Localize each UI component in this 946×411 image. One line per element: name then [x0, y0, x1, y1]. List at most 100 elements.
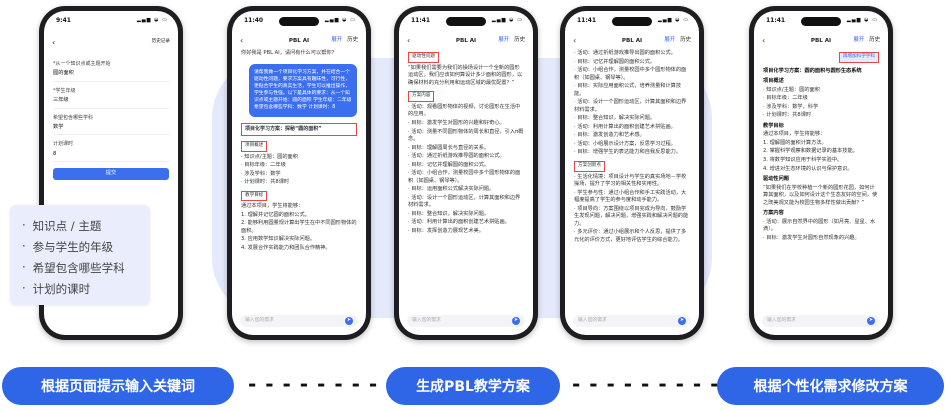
list-item: · 目标：实际应用面积公式，培养测量和计算技能。 — [574, 83, 682, 97]
list-item: · 目标年级：二年级 — [763, 95, 808, 102]
status-bar: 11:41 ▂▄▆ ◒ ▭ — [577, 17, 689, 26]
list-item: · 目标：发挥创造力展现艺术美。 — [408, 227, 484, 234]
section-overview: 项目概述 — [241, 140, 268, 152]
field-value[interactable]: 8 — [53, 149, 169, 163]
list-item: 1. 理解并记忆圆的面积公式。 — [241, 211, 310, 218]
list-item: · 活动：展示自然界中的圆形（如月亮、星星、水滴）。 — [763, 218, 876, 233]
list-item: · 生活化情境：项目设计与学生的真实场地－学校操场，提升了学习的相关性和实用性。 — [574, 173, 687, 188]
send-icon[interactable]: ➤ — [678, 317, 686, 325]
send-icon[interactable]: ➤ — [512, 317, 520, 325]
message-input[interactable]: 输入您的需求 ➤ — [573, 315, 691, 327]
field-label: 计划课时 — [53, 141, 74, 148]
list-item: · 活动：利用计算出的面积创建艺术拼贴画。 — [408, 219, 510, 226]
list-item: · 涉及学科：数学 — [241, 170, 281, 177]
signal-icons: ▂▄▆ ◒ ▭ — [657, 17, 689, 23]
list-item: · 目标：理解圆周长与直径的关系。 — [408, 144, 490, 151]
status-time: 9:41 — [56, 17, 71, 24]
phone-screen: 11:41 ▂▄▆ ◒ ▭ ‹ PBL AI 展开 历史 再增加科学学科 项目化学习… — [754, 11, 888, 335]
keyword-card: · 知识点 / 主题 · 参与学生的年级 · 希望包含哪些学科 · 计划的课时 — [10, 205, 150, 305]
phone-screen: 11:40 ▂▄▆ ◒ ▭ ‹ PBL AI 展开 历史 你好我是 PBL AI，请… — [232, 11, 366, 335]
phone-chat-plan: 11:40 ▂▄▆ ◒ ▭ ‹ PBL AI 展开 历史 你好我是 PBL AI，请… — [227, 6, 371, 340]
expand-link[interactable]: 展开 — [498, 37, 509, 45]
field-topic[interactable]: *从一个知识点或主题开始 圆的面积 — [53, 61, 169, 82]
list-item: · 活动：小组展示设计方案，反思学习过程。 — [574, 140, 676, 147]
status-bar: 9:41 ▂▄▆ ◒ ▭ — [56, 17, 168, 26]
chat-content: · 活动：通过折纸游戏推导出圆的面积公式。 · 目标：记忆并理解圆的面积公式。 … — [574, 49, 690, 313]
history-link[interactable]: 历史 — [347, 37, 358, 45]
list-item: · 活动：通过折纸游戏推导圆的面积公式。 — [408, 153, 505, 160]
phone-chat-modified: 11:41 ▂▄▆ ◒ ▭ ‹ PBL AI 展开 历史 再增加科学学科 项目化学习… — [749, 6, 893, 340]
nav-title: PBL AI — [810, 37, 832, 44]
field-grade[interactable]: *学生年级 三年级 — [53, 88, 169, 109]
signal-icons: ▂▄▆ ◒ ▭ — [491, 17, 523, 23]
driving-question: “如果我们需要为我们的操场设计一个全新的圆形运动区，我们应该如何算设计多少面积的… — [408, 64, 523, 86]
history-link[interactable]: 历史 — [869, 37, 880, 45]
list-item: · 活动：利用计算出的面积创建艺术拼贴画。 — [574, 123, 676, 130]
send-icon[interactable]: ➤ — [345, 317, 353, 325]
expand-link[interactable]: 展开 — [853, 37, 864, 45]
keyword-item: · 知识点 / 主题 — [22, 218, 102, 233]
list-item: · 知识点/主题：圆的面积 — [763, 86, 820, 93]
list-item: · 计划课时：共8课时 — [763, 112, 812, 119]
driving-question: “如果我们在学校种植一个新的圆形花园，如何计算其面积，以及如何设计这个生态友好的… — [763, 184, 878, 206]
list-item: 3. 将数学知识应用于科学实验中。 — [763, 156, 843, 163]
status-time: 11:41 — [411, 17, 431, 24]
list-item: · 目标：整合知识，解决实际问题。 — [574, 115, 656, 122]
list-item: · 涉及学科：数学，科学 — [763, 103, 819, 110]
chat-content: 你好我是 PBL AI，请问有什么可以帮你？ 请帮我做一个项目化学习方案，并在结… — [241, 49, 357, 313]
plan-title: 项目化学习方案：圆的面积与圆形生态系统 — [763, 67, 862, 74]
list-item: 1. 理解圆的面积计算方法。 — [763, 139, 827, 146]
list-item: · 目标年级：二年级 — [241, 162, 286, 169]
message-input[interactable]: 输入您的需求 ➤ — [762, 315, 880, 327]
list-item: · 学生参与性：通过小组合作和手工实践活动，大幅度提高了学生的参与度和动手能力。 — [574, 189, 687, 204]
expand-link[interactable]: 展开 — [331, 37, 342, 45]
field-value[interactable]: 数学 — [53, 122, 169, 136]
back-icon[interactable]: ‹ — [762, 35, 765, 47]
phone-chat-content: 11:41 ▂▄▆ ◒ ▭ ‹ PBL AI 展开 历史 驱动性问题 “如果我们需要… — [394, 6, 538, 340]
list-item: · 目标：运用面积公式解决实际问题。 — [408, 186, 495, 193]
section-driving-question: 驱动性问题 — [763, 176, 789, 183]
submit-button[interactable]: 提交 — [53, 168, 169, 181]
field-value[interactable]: 三年级 — [53, 95, 169, 109]
back-icon[interactable]: ‹ — [573, 35, 576, 47]
back-icon[interactable]: ‹ — [240, 35, 243, 47]
list-item: · 目标：激发学生对圆形自然现象的兴趣。 — [763, 234, 860, 241]
phone-screen: 11:41 ▂▄▆ ◒ ▭ ‹ PBL AI 展开 历史 · 活动：通过折纸游戏推导… — [565, 11, 699, 335]
list-item: · 知识点/主题：圆的面积 — [241, 153, 298, 160]
signal-icons: ▂▄▆ ◒ ▭ — [136, 17, 168, 23]
history-link[interactable]: 历史 — [514, 37, 525, 45]
expand-link[interactable]: 展开 — [664, 37, 675, 45]
status-bar: 11:41 ▂▄▆ ◒ ▭ — [766, 17, 878, 26]
back-icon[interactable]: ‹ — [52, 37, 55, 49]
field-subjects[interactable]: 希望包含哪些学科 数学 — [53, 115, 169, 136]
status-time: 11:41 — [577, 17, 597, 24]
nav-title: PBL AI — [621, 37, 643, 44]
chat-content: 驱动性问题 “如果我们需要为我们的操场设计一个全新的圆形运动区，我们应该如何算设… — [408, 49, 524, 313]
nav-bar: ‹ PBL AI 展开 历史 — [240, 35, 358, 47]
history-link[interactable]: 历史记录 — [152, 39, 170, 46]
field-value[interactable]: 圆的面积 — [53, 68, 169, 82]
list-item: · 计划课时：共8课时 — [241, 179, 290, 186]
keyword-item: · 希望包含哪些学科 — [22, 260, 125, 275]
history-link[interactable]: 历史 — [680, 37, 691, 45]
plan-title: 项目化学习方案：探秘“圆的面积” — [241, 122, 357, 136]
field-label: *学生年级 — [53, 87, 76, 94]
list-item: 4. 增进对生态环境的认识与保护意识。 — [763, 165, 853, 172]
list-item: · 目标：增强学生的表达能力和自我反思能力。 — [574, 149, 682, 156]
back-icon[interactable]: ‹ — [407, 35, 410, 47]
message-input[interactable]: 输入您的需求 ➤ — [240, 315, 358, 327]
goals-intro: 通过本项目，学生将能够： — [241, 203, 304, 210]
phone-screen: 11:41 ▂▄▆ ◒ ▭ ‹ PBL AI 展开 历史 驱动性问题 “如果我们需要… — [399, 11, 533, 335]
chat-content: 再增加科学学科 项目化学习方案：圆的面积与圆形生态系统 项目概述 · 知识点/主… — [763, 49, 879, 313]
list-item: · 目标：激发学生对圆形的兴趣和好奇心。 — [408, 119, 505, 126]
field-hours[interactable]: 计划课时 8 — [53, 141, 169, 163]
send-icon[interactable]: ➤ — [867, 317, 875, 325]
field-label: 希望包含哪些学科 — [53, 114, 94, 121]
status-time: 11:41 — [766, 17, 786, 24]
signal-icons: ▂▄▆ ◒ ▭ — [324, 17, 356, 23]
list-item: · 目标：记忆并理解圆的面积公式。 — [574, 58, 656, 65]
message-input[interactable]: 输入您的需求 ➤ — [407, 315, 525, 327]
user-modify-request: 再增加科学学科 — [838, 52, 879, 63]
section-plan-content: 方案内容 — [763, 210, 784, 217]
section-innovation: 方案创新点 — [574, 160, 605, 172]
